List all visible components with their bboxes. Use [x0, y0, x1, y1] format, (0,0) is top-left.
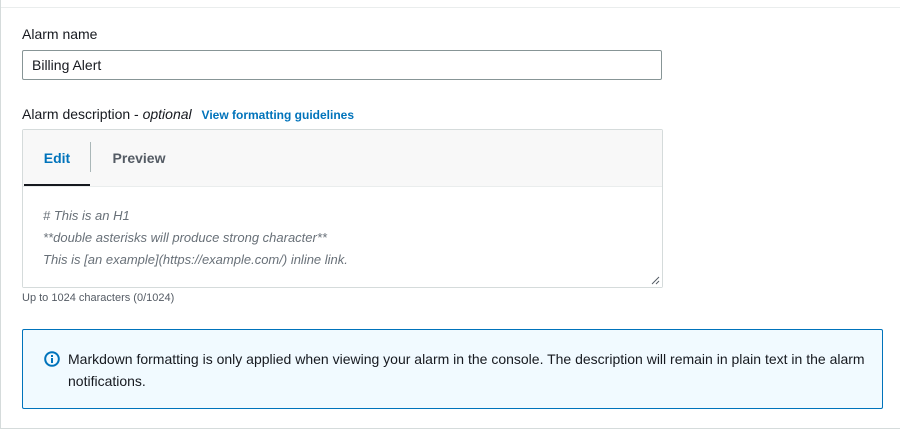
description-editor: Edit Preview # This is an H1 **double as…	[22, 129, 663, 288]
alarm-description-label: Alarm description -	[22, 106, 143, 122]
alarm-description-label-row: Alarm description - optional View format…	[22, 106, 354, 122]
placeholder-line: **double asterisks will produce strong c…	[43, 230, 327, 245]
resize-handle-icon[interactable]	[651, 276, 660, 285]
info-icon	[44, 351, 60, 367]
description-textarea[interactable]: # This is an H1 **double asterisks will …	[23, 187, 662, 287]
tab-preview-label: Preview	[112, 150, 166, 166]
placeholder-line: This is [an example](https://example.com…	[43, 252, 348, 267]
alarm-name-label: Alarm name	[22, 26, 98, 42]
placeholder-line: # This is an H1	[43, 208, 130, 223]
character-count: Up to 1024 characters (0/1024)	[22, 292, 175, 304]
optional-label: optional	[142, 106, 192, 122]
alarm-form-page: Alarm name Alarm description - optional …	[0, 0, 900, 432]
alarm-name-input[interactable]	[22, 50, 662, 80]
tab-edit-label: Edit	[43, 150, 71, 166]
info-alert-text: Markdown formatting is only applied when…	[68, 351, 865, 389]
info-alert: Markdown formatting is only applied when…	[22, 329, 883, 409]
tab-preview[interactable]: Preview	[91, 130, 187, 186]
formatting-guidelines-link[interactable]: View formatting guidelines	[202, 108, 354, 122]
editor-tabs: Edit Preview	[23, 130, 662, 187]
tab-edit[interactable]: Edit	[24, 130, 90, 186]
active-tab-indicator	[24, 184, 90, 186]
